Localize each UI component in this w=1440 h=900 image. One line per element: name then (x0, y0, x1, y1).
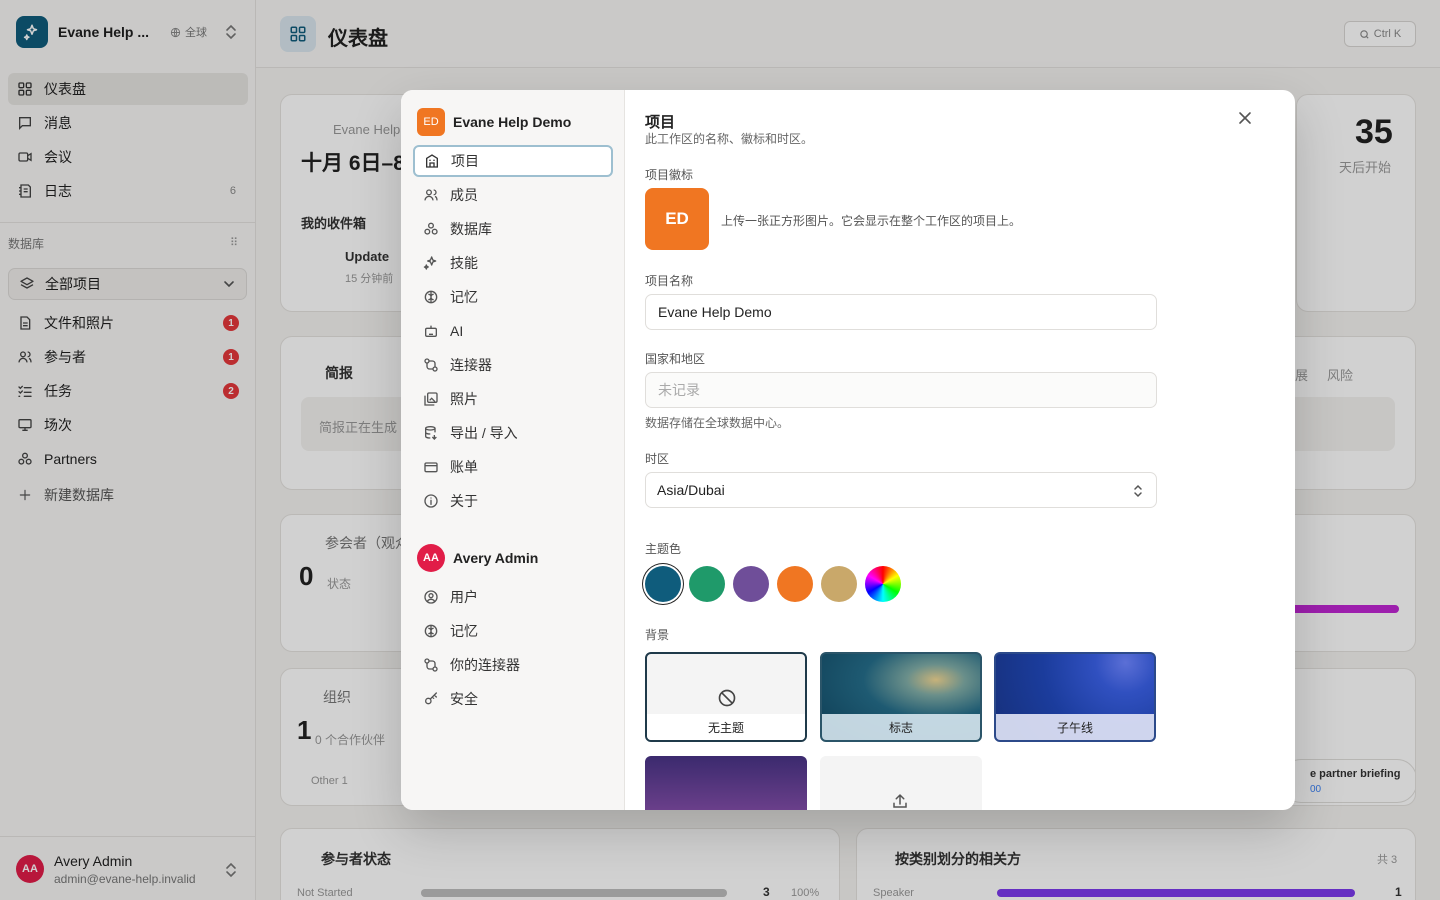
settings-tab-your-connectors[interactable]: 你的连接器 (413, 649, 613, 681)
theme-swatch-purple[interactable] (733, 566, 769, 602)
logo-hint: 上传一张正方形图片。它会显示在整个工作区的项目上。 (721, 214, 1022, 228)
timezone-label: 时区 (645, 452, 670, 466)
settings-tab-label: 技能 (450, 255, 478, 271)
settings-tab-label: 连接器 (450, 357, 492, 373)
upload-icon (893, 793, 907, 808)
storage-hint: 数据存储在全球数据中心。 (645, 416, 790, 430)
photos-icon (422, 390, 440, 408)
sparkle-icon (422, 254, 440, 272)
country-input[interactable] (645, 372, 1157, 408)
billing-icon (422, 458, 440, 476)
settings-tab-export-import[interactable]: 导出 / 导入 (413, 417, 613, 449)
export-icon (422, 424, 440, 442)
members-icon (422, 186, 440, 204)
theme-swatch-orange[interactable] (777, 566, 813, 602)
user-settings-nav: 用户 记忆 你的连接器 安全 (413, 581, 613, 717)
background-label: 背景 (645, 628, 670, 642)
close-icon (1239, 112, 1251, 124)
project-settings-nav: 项目 成员 数据库 技能 记忆 AI 连接器 照片 导出 / 导入 账单 关于 (413, 145, 613, 519)
settings-tab-label: 记忆 (450, 623, 478, 639)
settings-tab-label: AI (450, 323, 464, 339)
project-name-label: 项目名称 (645, 274, 694, 288)
project-group-name: Evane Help Demo (453, 114, 572, 130)
section-title: 项目 (645, 114, 676, 131)
settings-sidebar: ED Evane Help Demo 项目 成员 数据库 技能 记忆 AI 连接… (401, 90, 625, 810)
connector-icon (422, 656, 440, 674)
project-name-input[interactable] (645, 294, 1157, 330)
settings-tab-connectors[interactable]: 连接器 (413, 349, 613, 381)
user-group-header: AA Avery Admin (417, 544, 538, 572)
settings-tab-user[interactable]: 用户 (413, 581, 613, 613)
user-group-name: Avery Admin (453, 550, 539, 566)
settings-tab-photos[interactable]: 照片 (413, 383, 613, 415)
background-upload-button[interactable] (820, 756, 982, 810)
brain-icon (422, 622, 440, 640)
ban-icon (718, 689, 736, 707)
settings-content: 项目 此工作区的名称、徽标和时区。 项目徽标 ED 上传一张正方形图片。它会显示… (645, 90, 1275, 810)
settings-tab-databases[interactable]: 数据库 (413, 213, 613, 245)
settings-tab-about[interactable]: 关于 (413, 485, 613, 517)
settings-tab-members[interactable]: 成员 (413, 179, 613, 211)
settings-tab-label: 项目 (451, 153, 479, 169)
building-icon (423, 152, 441, 170)
avatar: AA (417, 544, 445, 572)
key-icon (422, 690, 440, 708)
theme-swatch-green[interactable] (689, 566, 725, 602)
settings-tab-ai[interactable]: AI (413, 315, 613, 347)
theme-color-label: 主题色 (645, 542, 682, 556)
timezone-select[interactable]: Asia/Dubai (645, 472, 1157, 508)
settings-tab-project[interactable]: 项目 (413, 145, 613, 177)
settings-modal: ED Evane Help Demo 项目 成员 数据库 技能 记忆 AI 连接… (401, 90, 1295, 810)
chevron-updown-icon (1134, 484, 1142, 498)
country-label: 国家和地区 (645, 352, 706, 366)
settings-tab-skills[interactable]: 技能 (413, 247, 613, 279)
background-option-label: 标志 (822, 714, 980, 740)
settings-tab-memory[interactable]: 记忆 (413, 281, 613, 313)
background-option-label: 无主题 (647, 714, 805, 740)
settings-tab-label: 用户 (450, 589, 478, 605)
info-icon (422, 492, 440, 510)
theme-swatch-blue[interactable] (645, 566, 681, 602)
project-logo-upload[interactable]: ED (645, 188, 709, 250)
project-group-header: ED Evane Help Demo (417, 108, 571, 136)
connector-icon (422, 356, 440, 374)
settings-tab-label: 你的连接器 (450, 657, 520, 673)
logo-label: 项目徽标 (645, 168, 694, 182)
background-option-meridian[interactable]: 子午线 (994, 652, 1156, 742)
settings-tab-billing[interactable]: 账单 (413, 451, 613, 483)
close-button[interactable] (1235, 108, 1255, 128)
brain-icon (422, 288, 440, 306)
background-option-none[interactable]: 无主题 (645, 652, 807, 742)
settings-tab-label: 成员 (450, 187, 478, 203)
theme-color-swatches (645, 566, 901, 602)
settings-tab-label: 关于 (450, 493, 478, 509)
theme-swatch-custom[interactable] (865, 566, 901, 602)
settings-tab-label: 照片 (450, 391, 478, 407)
theme-swatch-gold[interactable] (821, 566, 857, 602)
user-circle-icon (422, 588, 440, 606)
robot-icon (422, 322, 440, 340)
settings-tab-label: 导出 / 导入 (450, 425, 518, 441)
section-description: 此工作区的名称、徽标和时区。 (645, 132, 814, 146)
settings-tab-label: 账单 (450, 459, 478, 475)
settings-tab-label: 数据库 (450, 221, 492, 237)
settings-tab-security[interactable]: 安全 (413, 683, 613, 715)
background-option-label: 子午线 (996, 714, 1154, 740)
settings-tab-label: 安全 (450, 691, 478, 707)
background-option-dusk[interactable] (645, 756, 807, 810)
settings-tab-label: 记忆 (450, 289, 478, 305)
database-icon (422, 220, 440, 238)
timezone-value: Asia/Dubai (657, 482, 725, 498)
settings-tab-user-memory[interactable]: 记忆 (413, 615, 613, 647)
background-option-emblem[interactable]: 标志 (820, 652, 982, 742)
project-logo-small: ED (417, 108, 445, 136)
